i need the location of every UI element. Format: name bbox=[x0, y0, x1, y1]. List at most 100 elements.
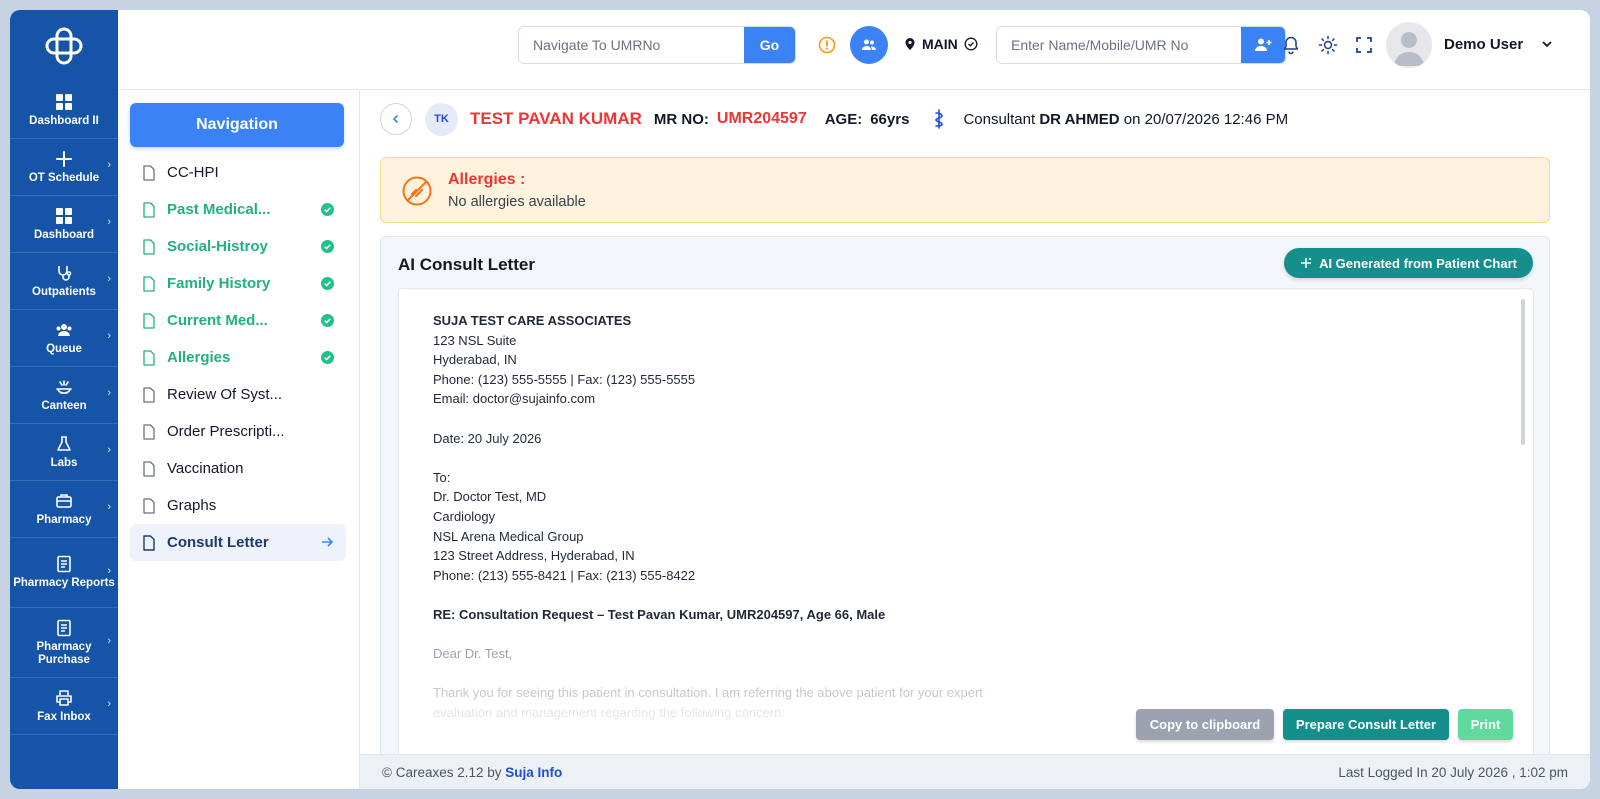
letter-org-email: Email: doctor@sujainfo.com bbox=[433, 391, 596, 407]
nav-item-past-medical[interactable]: Past Medical... bbox=[130, 191, 346, 228]
top-header: Go MAIN Demo User bbox=[118, 10, 1590, 90]
chevron-right-icon: › bbox=[107, 564, 111, 577]
print-button[interactable]: Print bbox=[1458, 709, 1513, 740]
chevron-right-icon: › bbox=[107, 698, 111, 710]
app-logo[interactable] bbox=[10, 10, 118, 82]
document-icon bbox=[143, 164, 155, 181]
chevron-right-icon: › bbox=[107, 634, 111, 647]
nav-item-vaccination[interactable]: Vaccination bbox=[130, 450, 346, 487]
check-circle-icon bbox=[964, 37, 978, 51]
app-frame: Dashboard II OT Schedule › Dashboard › O… bbox=[10, 10, 1590, 789]
nav-item-label: Consult Letter bbox=[167, 534, 269, 551]
nav-item-social-history[interactable]: Social-Histroy bbox=[130, 228, 346, 265]
rail-item-label: Pharmacy Purchase bbox=[36, 640, 92, 666]
document-icon bbox=[143, 534, 155, 551]
copy-to-clipboard-button[interactable]: Copy to clipboard bbox=[1136, 709, 1274, 740]
mr-no-label: MR NO: bbox=[653, 110, 709, 128]
nav-item-label: Review Of Syst... bbox=[167, 386, 283, 403]
chevron-right-icon: › bbox=[107, 444, 111, 456]
nav-item-cc-hpi[interactable]: CC-HPI bbox=[130, 154, 346, 191]
page-footer: © Careaxes 2.12 by Suja Info Last Logged… bbox=[360, 754, 1590, 789]
letter-re-line: RE: Consultation Request – Test Pavan Ku… bbox=[433, 606, 886, 622]
fullscreen-icon[interactable] bbox=[1354, 35, 1374, 55]
letter-org-address1: 123 NSL Suite bbox=[433, 332, 517, 348]
letter-body: SUJA TEST CARE ASSOCIATES 123 NSL Suite … bbox=[433, 311, 1433, 722]
rail-item-queue[interactable]: Queue › bbox=[10, 310, 118, 367]
patient-search-input[interactable] bbox=[997, 27, 1241, 63]
report-icon bbox=[57, 555, 71, 573]
age-label: AGE: bbox=[824, 110, 863, 128]
rail-item-pharmacy-purchase[interactable]: Pharmacy Purchase › bbox=[10, 608, 118, 678]
rail-item-label: Labs bbox=[50, 456, 78, 469]
completed-check-icon bbox=[321, 277, 334, 290]
sun-icon[interactable] bbox=[1318, 35, 1338, 55]
letter-date: Date: 20 July 2026 bbox=[433, 430, 542, 446]
consultant-name: DR AHMED bbox=[1039, 110, 1120, 128]
rail-item-label: OT Schedule bbox=[28, 171, 100, 184]
rail-item-dashboard[interactable]: Dashboard › bbox=[10, 196, 118, 253]
document-icon bbox=[143, 349, 155, 366]
patients-button[interactable] bbox=[850, 26, 888, 64]
add-patient-button[interactable] bbox=[1241, 27, 1285, 63]
people-icon bbox=[862, 39, 876, 50]
rail-item-ot-schedule[interactable]: OT Schedule › bbox=[10, 139, 118, 196]
nav-item-label: Order Prescripti... bbox=[167, 423, 285, 440]
grid-icon bbox=[56, 93, 72, 110]
letter-scrollbar[interactable] bbox=[1521, 299, 1525, 445]
rail-item-pharmacy-reports[interactable]: Pharmacy Reports › bbox=[10, 538, 118, 608]
avatar[interactable] bbox=[1386, 22, 1432, 68]
rail-item-fax-inbox[interactable]: Fax Inbox › bbox=[10, 678, 118, 735]
document-icon bbox=[143, 497, 155, 514]
letter-document[interactable]: SUJA TEST CARE ASSOCIATES 123 NSL Suite … bbox=[398, 288, 1534, 758]
rail-item-labs[interactable]: Labs › bbox=[10, 424, 118, 481]
nav-item-graphs[interactable]: Graphs bbox=[130, 487, 346, 524]
completed-check-icon bbox=[321, 240, 334, 253]
consultant-datetime: on 20/07/2026 12:46 PM bbox=[1123, 110, 1289, 128]
nav-item-allergies[interactable]: Allergies bbox=[130, 339, 346, 376]
nav-item-current-medications[interactable]: Current Med... bbox=[130, 302, 346, 339]
rail-item-outpatients[interactable]: Outpatients › bbox=[10, 253, 118, 310]
mr-no-value: UMR204597 bbox=[716, 110, 807, 127]
letter-org-address2: Hyderabad, IN bbox=[433, 352, 517, 368]
plus-icon bbox=[56, 150, 72, 167]
letter-to-phone: Phone: (213) 555-8421 | Fax: (213) 555-8… bbox=[433, 567, 696, 583]
prepare-consult-letter-button[interactable]: Prepare Consult Letter bbox=[1283, 709, 1449, 740]
location-selector[interactable]: MAIN bbox=[904, 36, 978, 52]
main-sidebar: Dashboard II OT Schedule › Dashboard › O… bbox=[10, 10, 118, 789]
chevron-down-icon[interactable] bbox=[1540, 37, 1554, 51]
nav-item-consult-letter[interactable]: Consult Letter bbox=[130, 524, 346, 561]
rail-item-label: Dashboard II bbox=[29, 114, 99, 127]
main-content: TK TEST PAVAN KUMAR MR NO: UMR204597 AGE… bbox=[360, 90, 1590, 766]
info-icon[interactable] bbox=[818, 36, 836, 54]
patient-initials-avatar: TK bbox=[425, 102, 458, 136]
nav-item-family-history[interactable]: Family History bbox=[130, 265, 346, 302]
letter-to-address: 123 Street Address, Hyderabad, IN bbox=[433, 548, 635, 564]
rail-item-canteen[interactable]: Canteen › bbox=[10, 367, 118, 424]
chevron-right-icon: › bbox=[107, 501, 111, 513]
patient-header: TK TEST PAVAN KUMAR MR NO: UMR204597 AGE… bbox=[360, 90, 1590, 148]
ai-generate-button[interactable]: AI Generated from Patient Chart bbox=[1284, 248, 1533, 278]
nav-item-label: Social-Histroy bbox=[167, 238, 268, 255]
bell-icon[interactable] bbox=[1281, 35, 1301, 55]
rail-item-dashboard-ii[interactable]: Dashboard II bbox=[10, 82, 118, 139]
document-icon bbox=[143, 460, 155, 477]
nav-item-label: Graphs bbox=[167, 497, 217, 514]
consultant-prefix: Consultant bbox=[963, 110, 1036, 128]
stethoscope-icon bbox=[58, 265, 72, 281]
nav-item-order-prescription[interactable]: Order Prescripti... bbox=[130, 413, 346, 450]
go-button[interactable]: Go bbox=[744, 27, 795, 63]
letter-to-dept: Cardiology bbox=[433, 508, 496, 524]
grid-icon bbox=[56, 207, 72, 224]
printer-icon bbox=[56, 689, 72, 706]
umr-search-input[interactable] bbox=[519, 27, 744, 63]
rail-item-label: Pharmacy bbox=[36, 513, 92, 526]
consult-letter-title: AI Consult Letter bbox=[398, 255, 535, 274]
user-avatar-icon bbox=[1394, 32, 1424, 66]
completed-check-icon bbox=[321, 314, 334, 327]
nav-item-review-of-systems[interactable]: Review Of Syst... bbox=[130, 376, 346, 413]
rail-item-pharmacy[interactable]: Pharmacy › bbox=[10, 481, 118, 538]
user-name[interactable]: Demo User bbox=[1444, 36, 1523, 53]
footer-brand-link[interactable]: Suja Info bbox=[505, 765, 562, 780]
location-label: MAIN bbox=[922, 36, 958, 52]
back-button[interactable] bbox=[380, 103, 412, 135]
